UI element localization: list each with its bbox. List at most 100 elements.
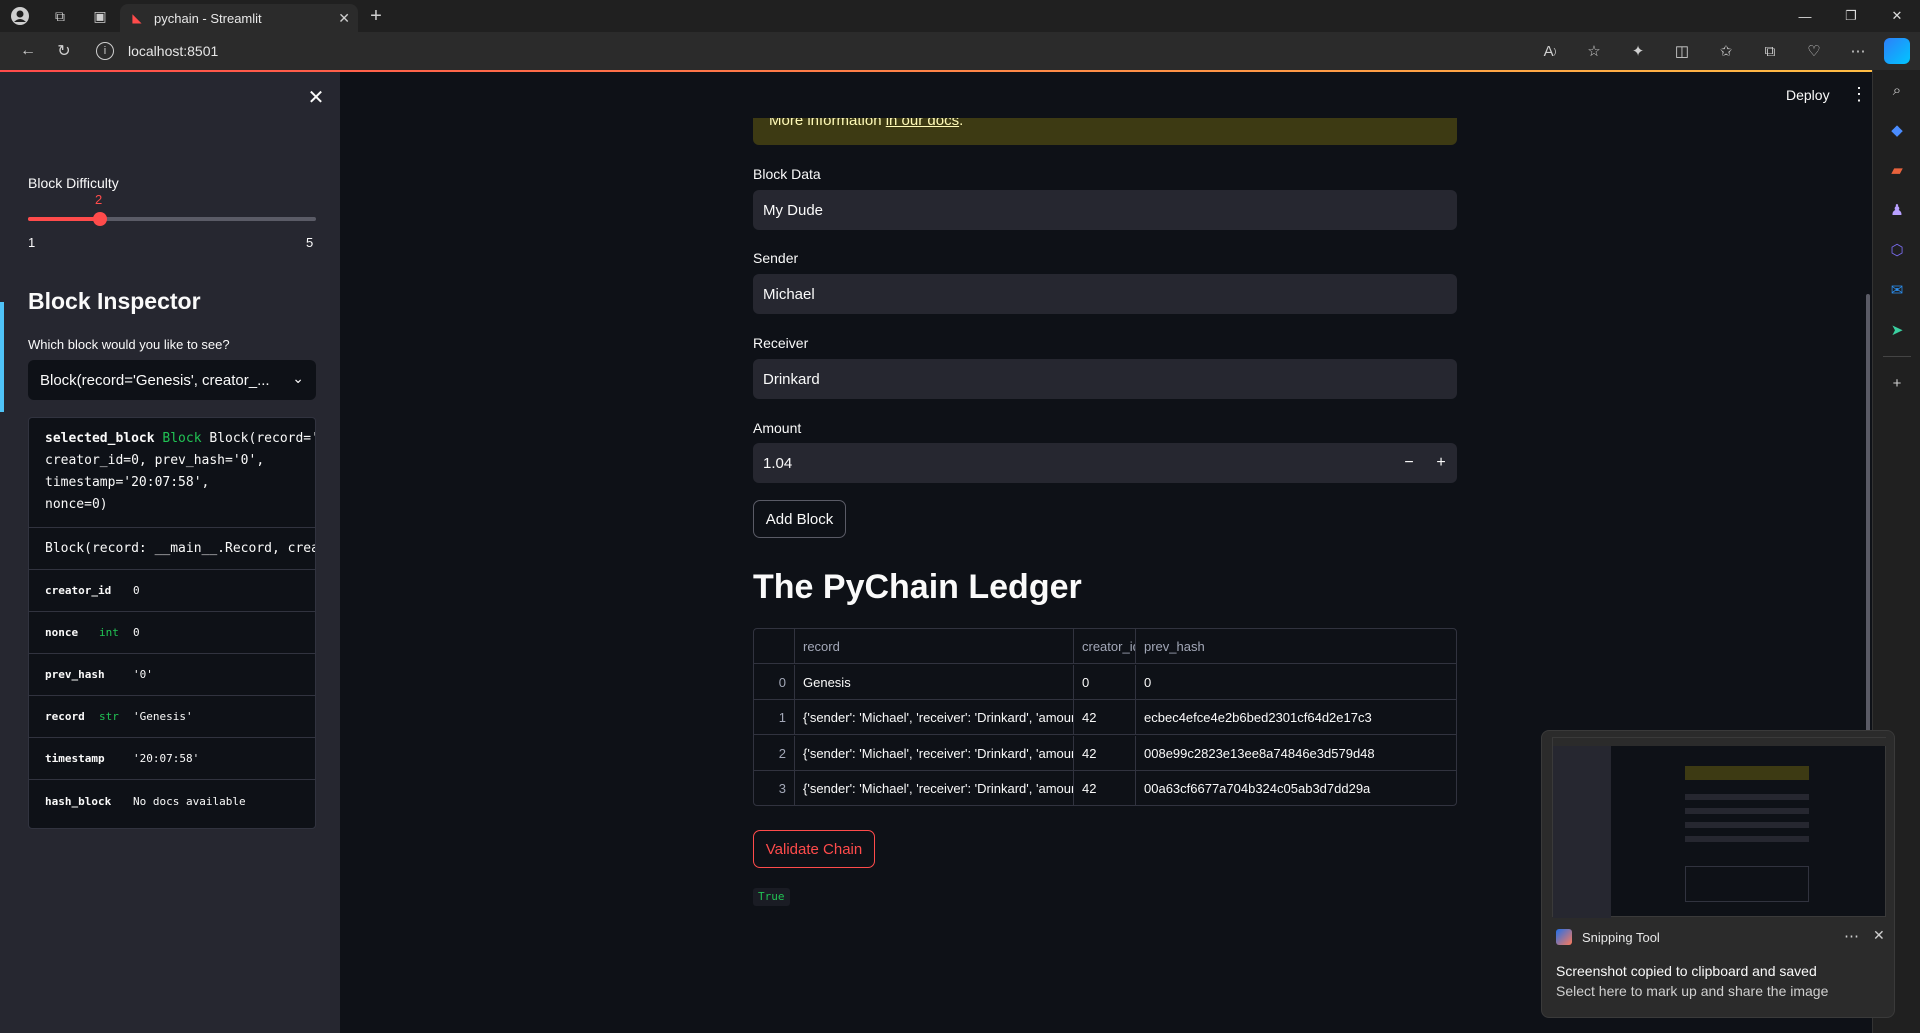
row-index[interactable]: 1	[754, 700, 795, 735]
outlook-icon[interactable]: ✉	[1873, 270, 1920, 310]
browser-essentials-icon[interactable]: ♡	[1792, 32, 1836, 70]
table-cell[interactable]: ecbec4efce4e2b6bed2301cf64d2e17c3	[1136, 700, 1456, 735]
info-alert: More information in our docs.	[753, 118, 1457, 145]
tools-icon[interactable]: ▰	[1873, 150, 1920, 190]
drop-icon[interactable]: ➤	[1873, 310, 1920, 350]
browser-tab[interactable]: ◣ pychain - Streamlit ✕	[120, 4, 358, 32]
help-docstring: Block(record: __main__.Record, creator_i…	[29, 528, 315, 570]
screenshot-thumbnail[interactable]	[1552, 737, 1887, 918]
table-cell[interactable]: 00a63cf6677a704b324c05ab3d7dd29a	[1136, 771, 1456, 805]
row-index[interactable]: 3	[754, 771, 795, 805]
help-member-row: hash_block No docs available	[29, 780, 315, 822]
slider-thumb[interactable]	[93, 212, 107, 226]
table-header[interactable]: record creator_id prev_hash	[754, 629, 1456, 664]
block-select[interactable]: Block(record='Genesis', creator_... ⌄	[28, 360, 316, 400]
microsoft-365-icon[interactable]: ⬡	[1873, 230, 1920, 270]
help-member-row: timestamp '20:07:58'	[29, 738, 315, 780]
table-cell[interactable]: 008e99c2823e13ee8a74846e3d579d48	[1136, 736, 1456, 771]
block-data-input[interactable]: My Dude	[753, 190, 1457, 230]
minimize-icon[interactable]: —	[1782, 0, 1828, 32]
notification-close-icon[interactable]: ✕	[1873, 927, 1885, 944]
block-data-value: My Dude	[763, 201, 824, 219]
table-cell[interactable]: {'sender': 'Michael', 'receiver': 'Drink…	[795, 735, 1074, 771]
table-cell[interactable]: 0	[1074, 664, 1136, 700]
docs-link[interactable]: in our docs	[886, 118, 959, 129]
table-cell[interactable]: {'sender': 'Michael', 'receiver': 'Drink…	[795, 771, 1074, 805]
table-cell[interactable]: Genesis	[795, 664, 1074, 700]
tab-actions-icon[interactable]: ▣	[80, 0, 120, 32]
workspaces-icon[interactable]: ⧉	[40, 0, 80, 32]
add-sidebar-app-icon[interactable]: +	[1873, 363, 1920, 403]
kebab-icon[interactable]: ⋮	[1850, 84, 1868, 105]
column-header[interactable]: creator_id	[1074, 629, 1136, 664]
split-screen-icon[interactable]: ◫	[1660, 32, 1704, 70]
shopping-icon[interactable]: ◆	[1873, 110, 1920, 150]
main-scrollbar[interactable]	[1866, 294, 1870, 734]
table-row[interactable]: 2 {'sender': 'Michael', 'receiver': 'Drin…	[754, 735, 1456, 771]
snipping-notification[interactable]: Snipping Tool ⋯ ✕ Screenshot copied to c…	[1541, 730, 1895, 1018]
table-cell[interactable]: 0	[1136, 665, 1456, 700]
favorite-star-icon[interactable]: ☆	[1572, 32, 1616, 70]
read-aloud-icon[interactable]: A)	[1528, 32, 1572, 70]
back-icon[interactable]: ←	[10, 32, 46, 70]
table-cell[interactable]: {'sender': 'Michael', 'receiver': 'Drink…	[795, 700, 1074, 735]
refresh-icon[interactable]: ↻	[46, 32, 82, 70]
help-member-name: creator_id	[45, 584, 112, 597]
more-options-icon[interactable]: ⋯	[1844, 927, 1859, 945]
help-member-value: 0	[133, 626, 140, 639]
row-index[interactable]: 0	[754, 664, 795, 700]
sidebar-close-icon[interactable]: ✕	[304, 86, 328, 110]
receiver-label: Receiver	[753, 335, 809, 351]
restore-icon[interactable]: ❐	[1828, 0, 1874, 32]
slider-min: 1	[28, 235, 36, 250]
sender-input[interactable]: Michael	[753, 274, 1457, 314]
amount-stepper: − +	[1393, 443, 1457, 483]
table-cell[interactable]: 42	[1074, 735, 1136, 771]
tab-close-icon[interactable]: ✕	[338, 10, 350, 27]
profile-icon[interactable]	[0, 0, 40, 32]
sidebar: ✕ Block Difficulty 2 1 5 Block Inspector…	[0, 72, 340, 1033]
chevron-down-icon: ⌄	[292, 370, 304, 386]
decrement-button[interactable]: −	[1393, 443, 1425, 483]
receiver-input[interactable]: Drinkard	[753, 359, 1457, 399]
increment-button[interactable]: +	[1425, 443, 1457, 483]
extensions-icon[interactable]: ✦	[1616, 32, 1660, 70]
table-cell[interactable]: 42	[1074, 771, 1136, 805]
collections-icon[interactable]: ⧉	[1748, 32, 1792, 70]
url-text: localhost:8501	[128, 43, 219, 59]
copilot-icon[interactable]	[1884, 38, 1910, 64]
table-row[interactable]: 0 Genesis 0 0	[754, 664, 1456, 700]
help-panel: selected_block Block Block(record='Genes…	[28, 417, 316, 829]
window-close-icon[interactable]: ✕	[1874, 0, 1920, 32]
alert-text: More information	[769, 118, 886, 129]
validate-chain-button[interactable]: Validate Chain	[753, 830, 875, 868]
help-member-value: 'Genesis'	[133, 710, 193, 723]
site-info-icon[interactable]: i	[96, 42, 114, 60]
difficulty-slider[interactable]	[28, 212, 316, 226]
column-header[interactable]	[754, 629, 795, 664]
settings-more-icon[interactable]: ⋯	[1836, 32, 1880, 70]
column-header[interactable]: record	[795, 629, 1074, 664]
table-row[interactable]: 3 {'sender': 'Michael', 'receiver': 'Drin…	[754, 771, 1456, 805]
slider-fill	[28, 217, 100, 221]
add-block-button[interactable]: Add Block	[753, 500, 846, 538]
url-field[interactable]: i localhost:8501	[96, 37, 218, 65]
column-header[interactable]: prev_hash	[1136, 629, 1456, 664]
help-signature: selected_block Block Block(record='Genes…	[29, 418, 315, 528]
games-icon[interactable]: ♟	[1873, 190, 1920, 230]
amount-label: Amount	[753, 420, 802, 436]
ledger-table[interactable]: record creator_id prev_hash 0 Genesis 0 0 1 {'se…	[753, 628, 1457, 806]
help-members: creator_id 0 nonce int 0 prev_hash '0' record st…	[29, 570, 315, 822]
table-row[interactable]: 1 {'sender': 'Michael', 'receiver': 'Drin…	[754, 700, 1456, 735]
row-index[interactable]: 2	[754, 735, 795, 771]
streamlit-favicon-icon: ◣	[132, 11, 142, 25]
help-member-value: '20:07:58'	[133, 752, 200, 765]
search-icon[interactable]: ⌕	[1873, 70, 1920, 110]
amount-input[interactable]: 1.04 − +	[753, 443, 1457, 483]
help-member-row: record str 'Genesis'	[29, 696, 315, 738]
deploy-button[interactable]: Deploy	[1786, 87, 1830, 103]
table-cell[interactable]: 42	[1074, 700, 1136, 735]
favorites-icon[interactable]: ✩	[1704, 32, 1748, 70]
help-member-name: hash_block	[45, 794, 112, 808]
new-tab-icon[interactable]: +	[358, 5, 394, 28]
